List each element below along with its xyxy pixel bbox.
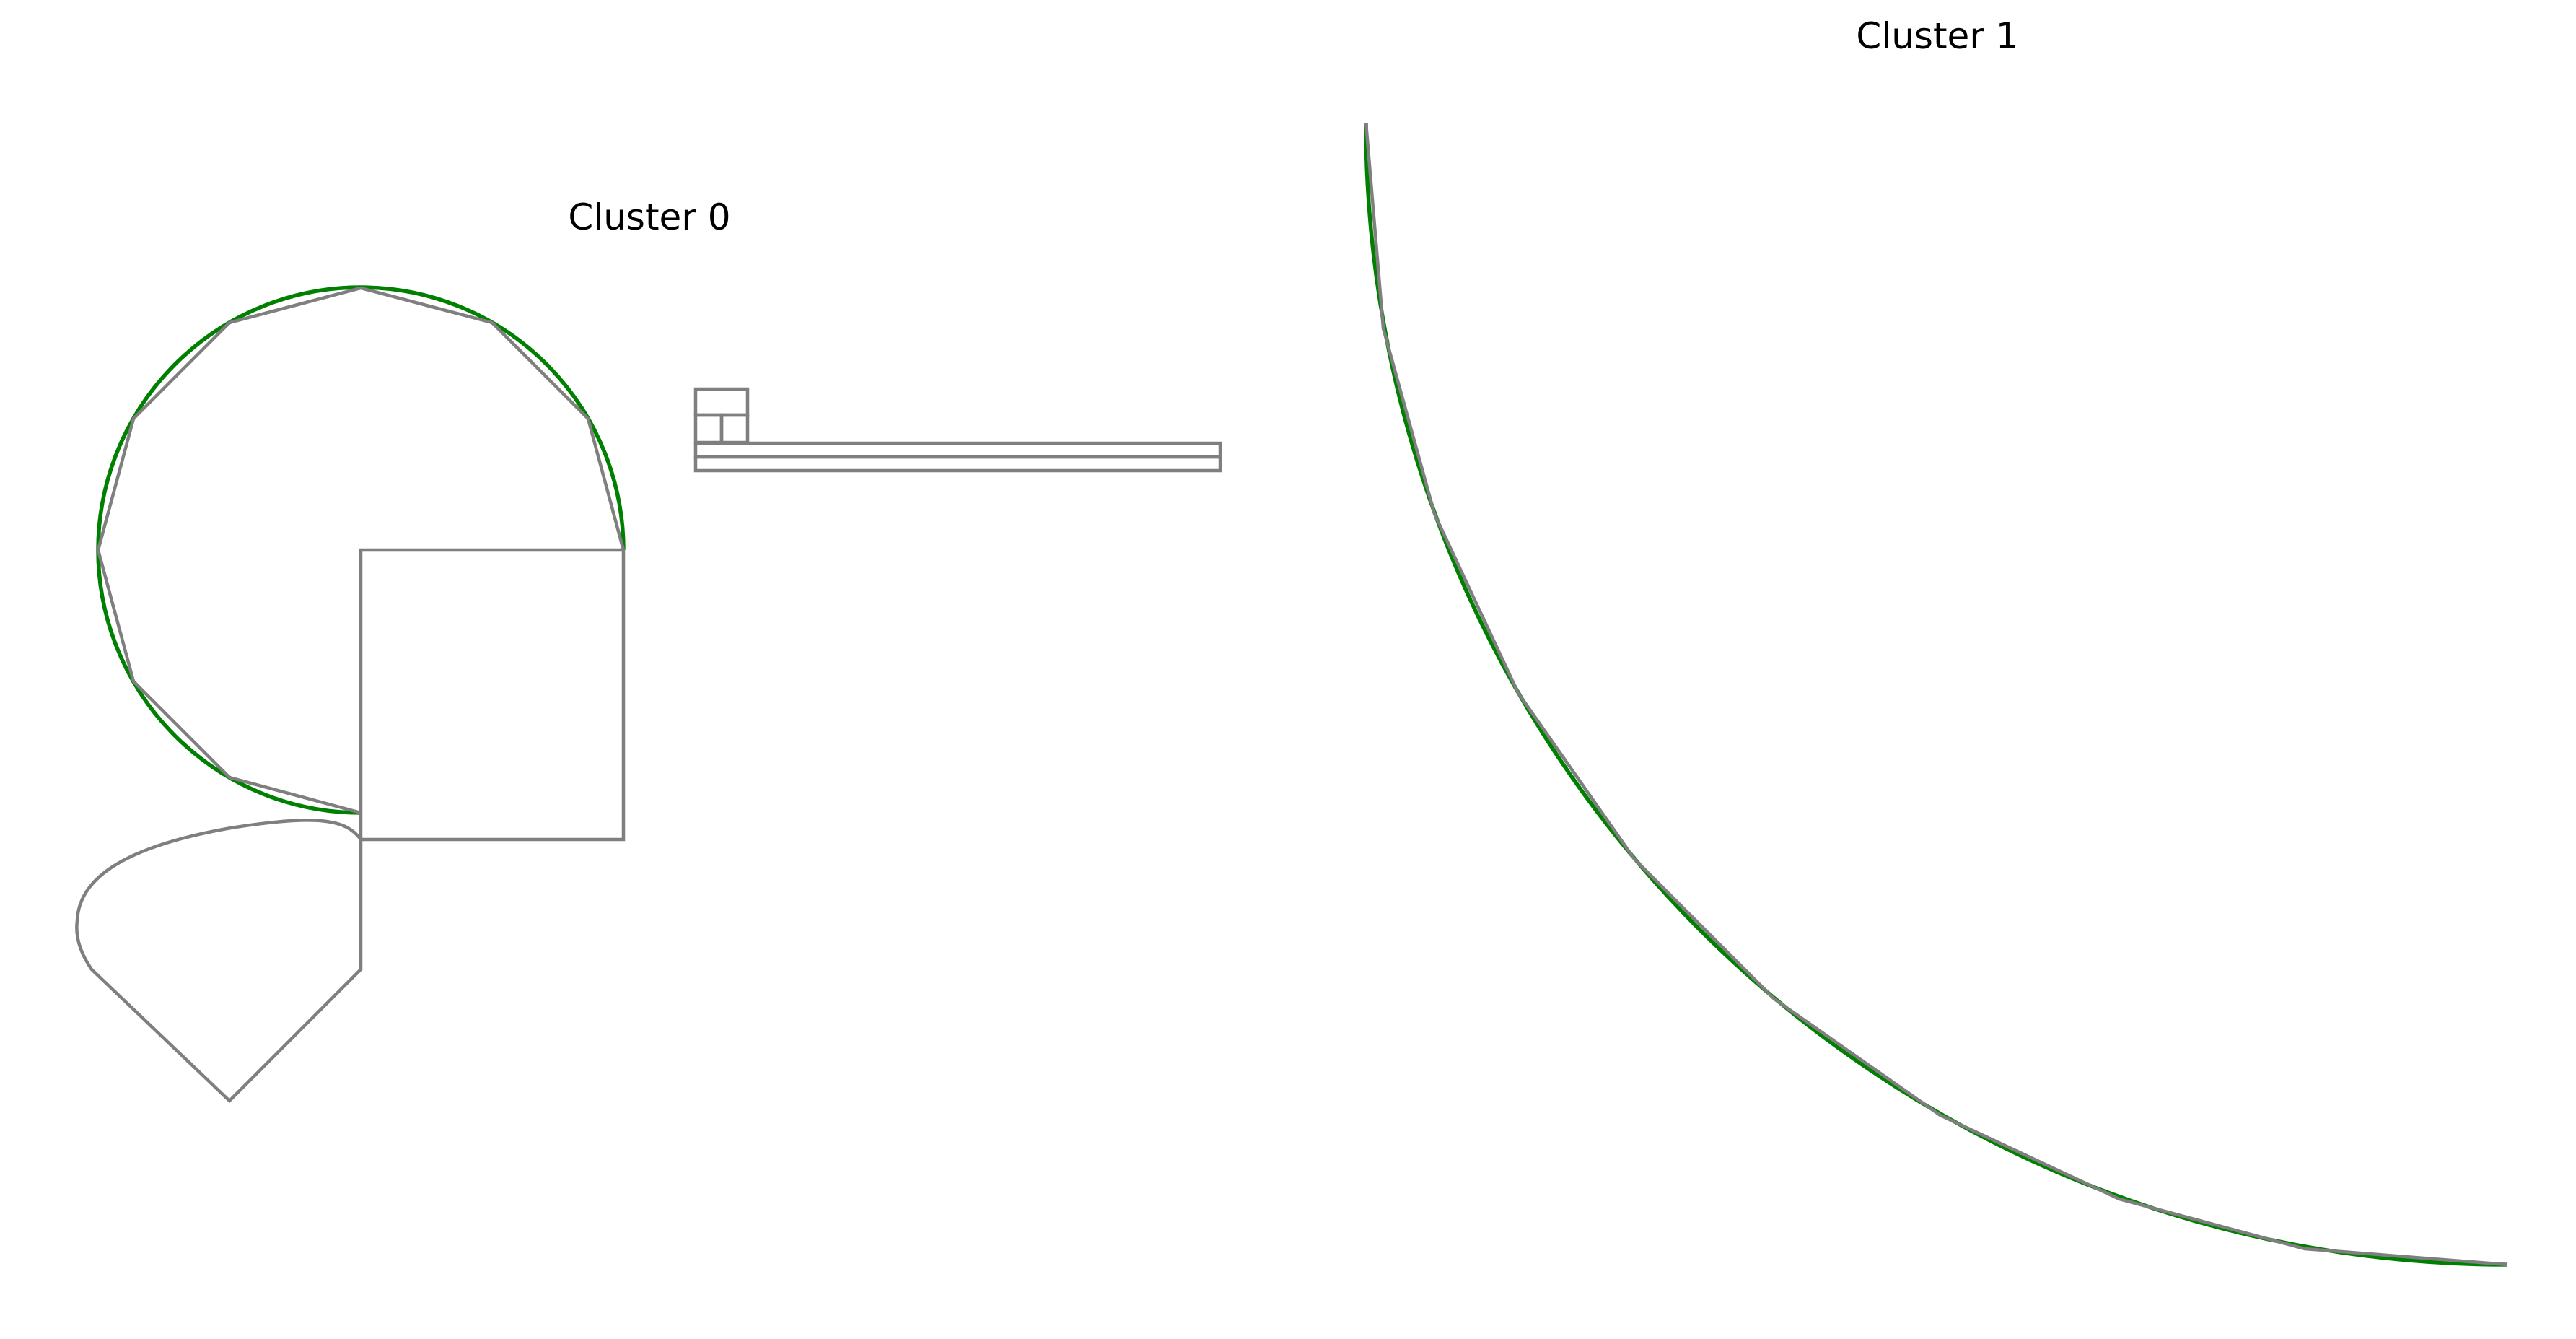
cluster-0-small-box-left bbox=[693, 413, 724, 445]
cluster-1-label: Cluster 1 bbox=[1856, 15, 2018, 57]
cluster-0-group bbox=[75, 285, 1222, 1104]
cluster-0-label: Cluster 0 bbox=[568, 196, 730, 238]
cluster-diagram: Cluster 0 Cluster 1 bbox=[75, 15, 2508, 1267]
cluster-1-polyline-outline bbox=[1364, 122, 2508, 1267]
cluster-0-teardrop-shape bbox=[75, 819, 363, 1104]
cluster-0-long-bar-bottom bbox=[693, 455, 1222, 473]
cluster-0-small-box-top bbox=[693, 387, 750, 417]
cluster-0-long-bar-top bbox=[693, 441, 1222, 459]
cluster-0-small-box-right bbox=[719, 413, 750, 445]
cluster-1-group bbox=[1364, 122, 2508, 1267]
cluster-1-fitted-arc bbox=[1364, 122, 2508, 1267]
cluster-0-square bbox=[359, 548, 626, 842]
